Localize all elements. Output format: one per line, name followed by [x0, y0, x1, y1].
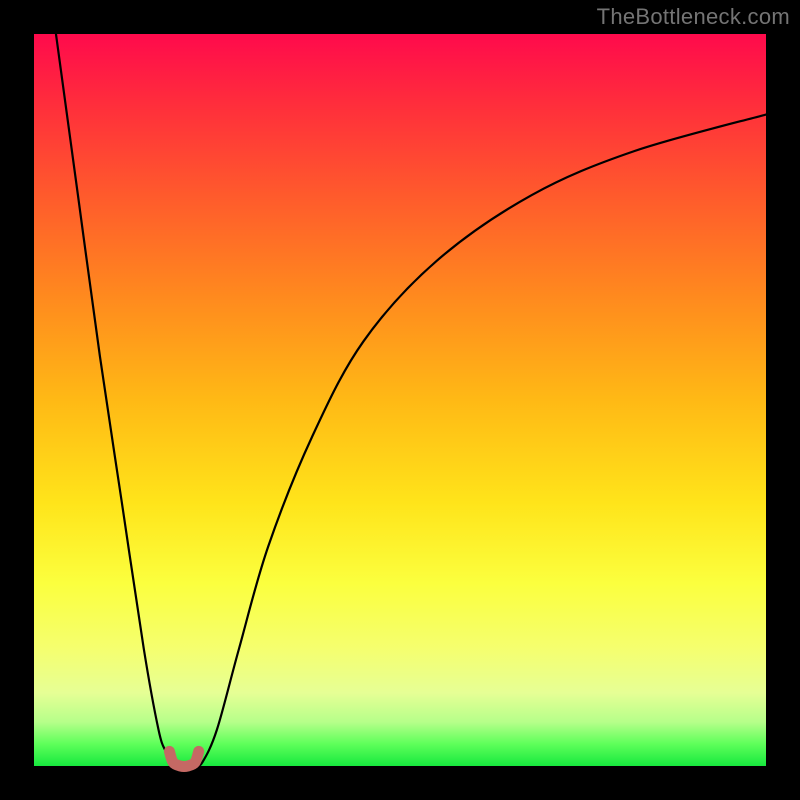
curve-left-branch — [56, 34, 180, 766]
chart-svg — [34, 34, 766, 766]
plot-area — [34, 34, 766, 766]
curve-right-branch — [195, 115, 766, 767]
watermark-text: TheBottleneck.com — [597, 4, 790, 30]
bottleneck-curve — [56, 34, 766, 766]
valley-marker — [169, 751, 198, 766]
chart-stage: TheBottleneck.com — [0, 0, 800, 800]
